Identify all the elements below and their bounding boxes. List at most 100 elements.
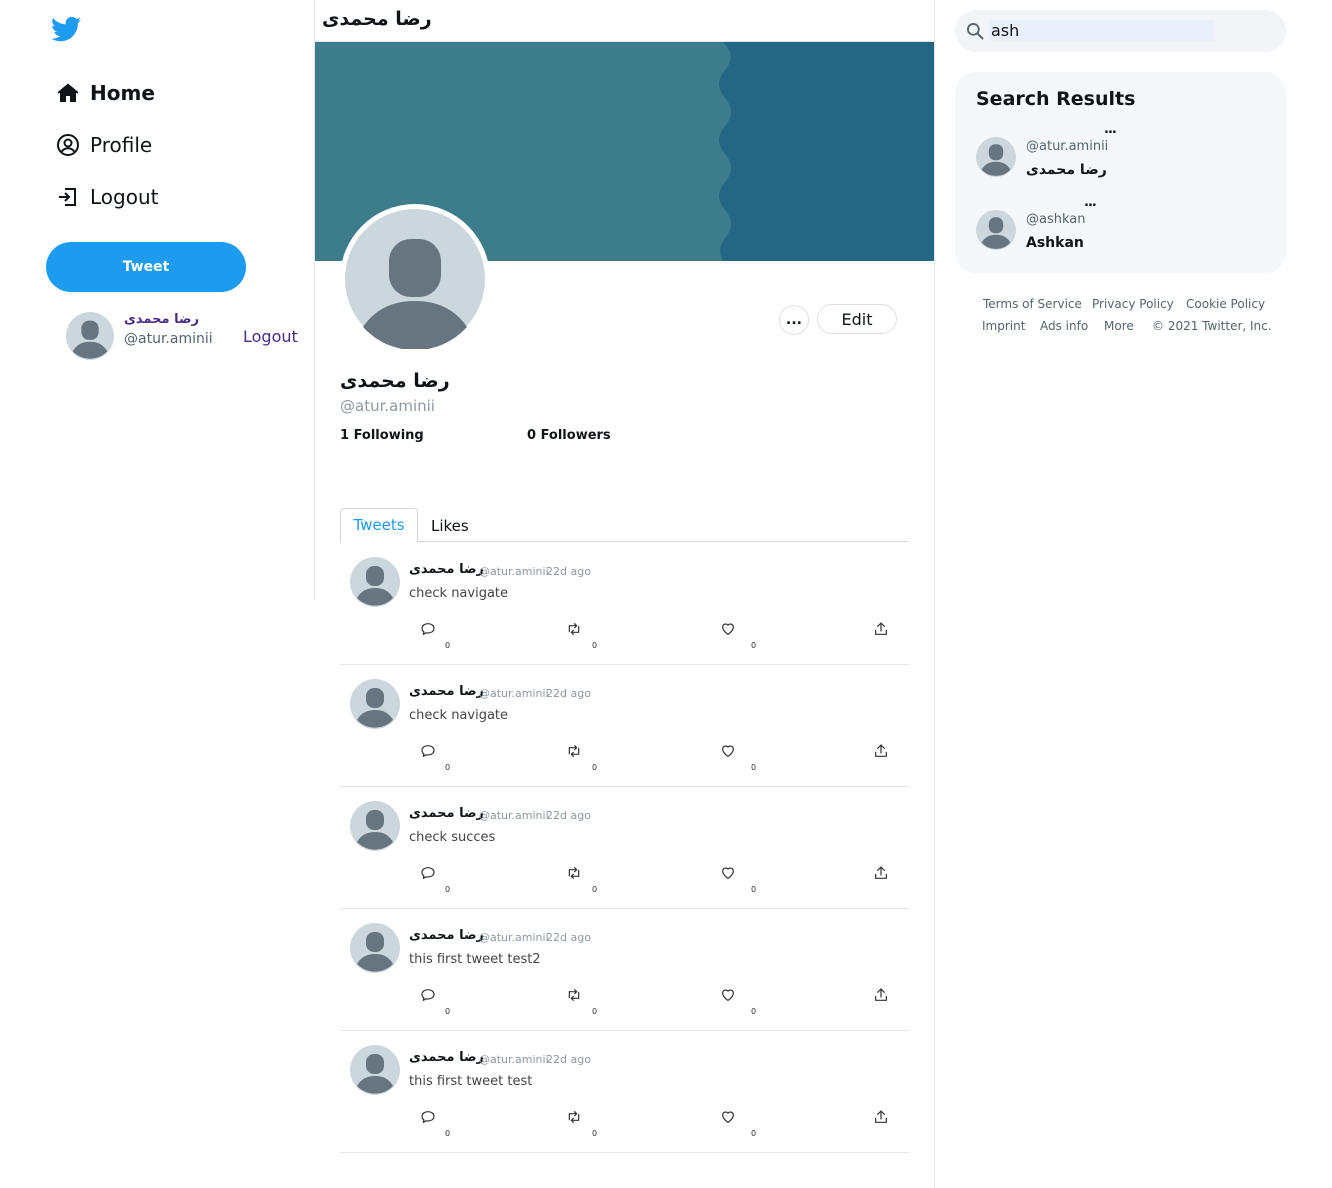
retweet-icon[interactable] [566,743,582,759]
tweet-avatar[interactable] [350,801,400,851]
tweet-avatar[interactable] [350,1045,400,1095]
following-count[interactable]: 1 Following [340,428,424,443]
home-icon [56,81,80,105]
tweet-item[interactable]: رضا محمدی @atur.aminii 22d ago this first t… [340,909,909,1031]
tweet-text: this first tweet test2 [409,952,541,967]
retweet-icon[interactable] [566,865,582,881]
tweet-time: 22d ago [546,565,591,578]
retweet-icon[interactable] [566,987,582,1003]
search-results-title: Search Results [976,88,1136,110]
like-count: 0 [751,1129,757,1138]
like-icon[interactable] [720,743,736,759]
tweet-item[interactable]: رضا محمدی @atur.aminii 22d ago check naviga… [340,665,909,787]
tweet-avatar[interactable] [350,923,400,973]
result-more-button[interactable]: ... [1084,195,1097,210]
tweet-avatar[interactable] [350,557,400,607]
search-input[interactable] [989,20,1215,41]
profile-name: رضا محمدی [340,370,450,392]
footer-imprint-link[interactable]: Imprint [982,319,1025,333]
reply-icon[interactable] [420,621,436,637]
share-icon[interactable] [873,1109,889,1125]
reply-count: 0 [445,1129,451,1138]
footer-copyright: © 2021 Twitter, Inc. [1152,319,1272,333]
like-icon[interactable] [720,865,736,881]
share-icon[interactable] [873,865,889,881]
result-avatar[interactable] [976,210,1016,250]
footer-more-link[interactable]: More [1104,319,1134,333]
footer-cookie-link[interactable]: Cookie Policy [1186,297,1265,311]
footer-ads-link[interactable]: Ads info [1040,319,1088,333]
footer-privacy-link[interactable]: Privacy Policy [1092,297,1174,311]
tweet-text: this first tweet test [409,1074,533,1089]
retweet-icon[interactable] [566,1109,582,1125]
tweet-item[interactable]: رضا محمدی @atur.aminii 22d ago this first t… [340,1031,909,1153]
account-name: رضا محمدی [124,312,200,327]
tweet-author-name: رضا محمدی [409,928,485,943]
nav-profile-label: Profile [90,133,153,157]
tweet-item[interactable]: رضا محمدی @atur.aminii 22d ago check succes… [340,787,909,909]
followers-count[interactable]: 0 Followers [527,428,611,443]
retweet-count: 0 [592,1007,598,1016]
account-logout-link[interactable]: Logout [243,327,298,346]
result-name[interactable]: Ashkan [1026,235,1084,251]
nav-profile[interactable]: Profile [56,130,152,160]
result-handle[interactable]: @ashkan [1026,212,1085,227]
like-count: 0 [751,641,757,650]
tweet-avatar[interactable] [350,679,400,729]
retweet-count: 0 [592,885,598,894]
logout-icon [56,185,80,209]
like-count: 0 [751,763,757,772]
retweet-count: 0 [592,763,598,772]
nav-home[interactable]: Home [56,78,155,108]
tweet-author-name: رضا محمدی [409,1050,485,1065]
like-count: 0 [751,1007,757,1016]
profile-more-button[interactable]: ... [779,305,809,335]
like-count: 0 [751,885,757,894]
like-icon[interactable] [720,987,736,1003]
reply-icon[interactable] [420,865,436,881]
result-avatar[interactable] [976,137,1016,177]
retweet-icon[interactable] [566,621,582,637]
retweet-count: 0 [592,641,598,650]
profile-handle: @atur.aminii [340,397,435,415]
result-name[interactable]: رضا محمدی [1026,162,1107,178]
reply-count: 0 [445,763,451,772]
share-icon[interactable] [873,987,889,1003]
share-icon[interactable] [873,743,889,759]
tweet-author-name: رضا محمدی [409,562,485,577]
tweet-time: 22d ago [546,809,591,822]
tab-likes[interactable]: Likes [431,517,469,535]
tweet-author-name: رضا محمدی [409,806,485,821]
profile-icon [56,133,80,157]
account-avatar[interactable] [66,312,114,360]
reply-icon[interactable] [420,1109,436,1125]
tweet-author-handle: @atur.aminii [479,687,549,700]
search-icon [965,21,985,41]
nav-logout-label: Logout [90,185,159,209]
edit-profile-button[interactable]: Edit [817,304,897,334]
share-icon[interactable] [873,621,889,637]
like-icon[interactable] [720,1109,736,1125]
nav-logout[interactable]: Logout [56,182,158,212]
reply-icon[interactable] [420,987,436,1003]
tweet-text: check navigate [409,586,509,601]
result-more-button[interactable]: ... [1104,122,1117,137]
nav-home-label: Home [90,81,155,105]
tweet-author-handle: @atur.aminii [479,565,549,578]
reply-count: 0 [445,641,451,650]
account-handle: @atur.aminii [124,331,213,347]
tweet-time: 22d ago [546,1053,591,1066]
like-icon[interactable] [720,621,736,637]
tab-tweets[interactable]: Tweets [340,508,418,543]
result-handle[interactable]: @atur.aminii [1026,139,1108,154]
twitter-logo-icon[interactable] [50,14,83,44]
footer-terms-link[interactable]: Terms of Service [983,297,1082,311]
reply-count: 0 [445,885,451,894]
center-right-divider [934,0,935,1188]
tweet-button[interactable]: Tweet [46,242,246,292]
tabs-divider [340,541,909,542]
reply-icon[interactable] [420,743,436,759]
profile-avatar[interactable] [340,204,490,354]
tweet-item[interactable]: رضا محمدی @atur.aminii 22d ago check naviga… [340,543,909,665]
tweet-author-handle: @atur.aminii [479,931,549,944]
